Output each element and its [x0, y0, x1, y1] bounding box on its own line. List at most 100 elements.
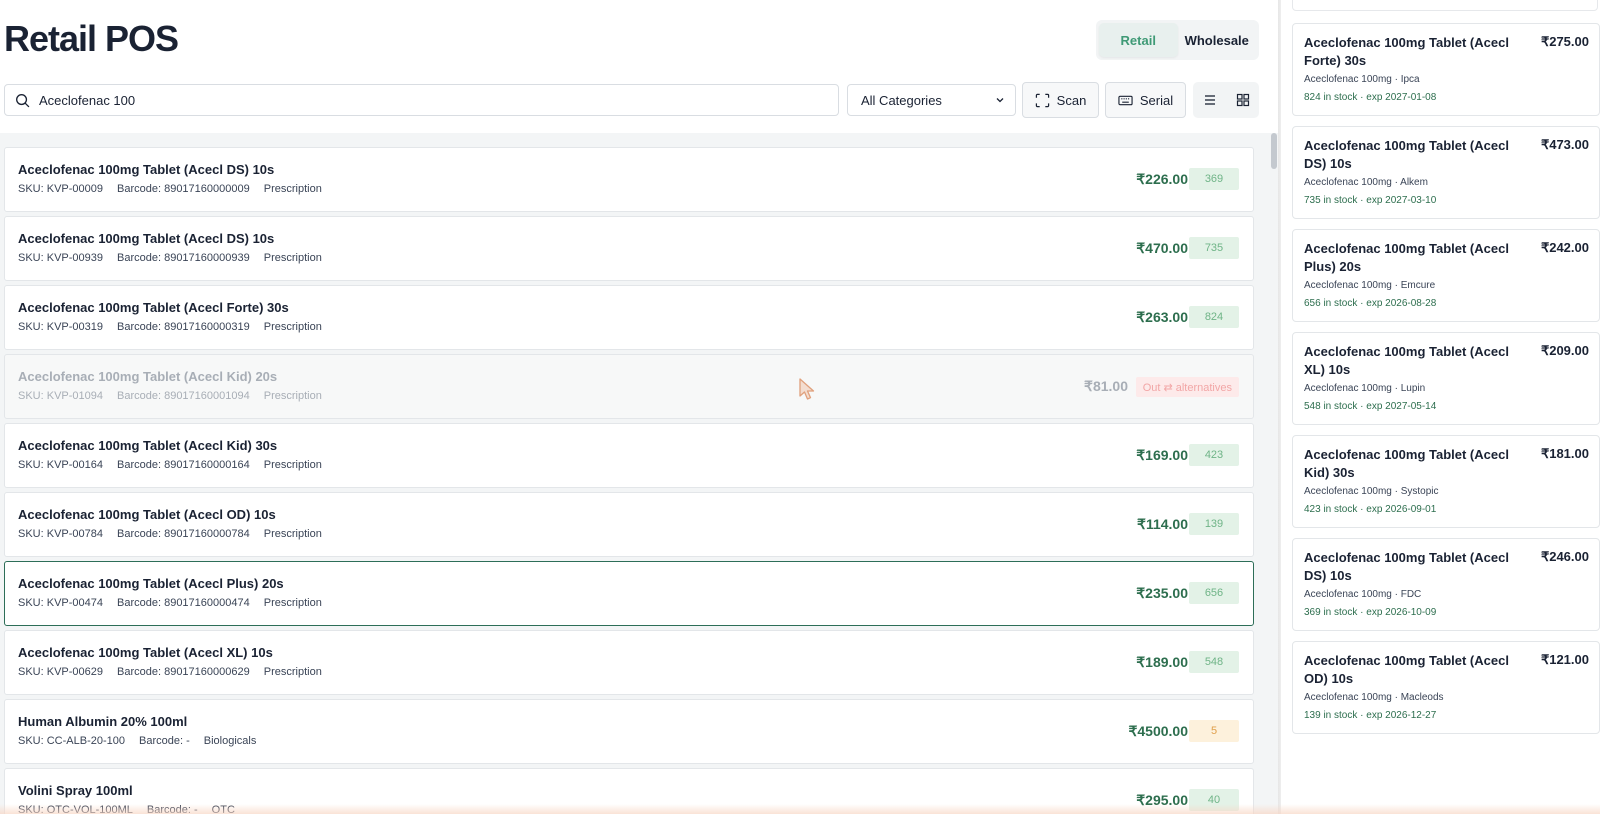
product-category: Prescription: [263, 597, 322, 609]
product-price: ₹4500.00: [1128, 723, 1188, 739]
product-price: ₹114.00: [1137, 516, 1188, 532]
product-price: ₹263.00: [1136, 309, 1188, 325]
product-barcode: Barcode: 89017160000629: [117, 666, 250, 678]
alternative-card[interactable]: Aceclofenac 100mg Tablet (Acecl Plus) 20…: [1292, 229, 1600, 322]
stock-badge: 656: [1189, 582, 1239, 604]
stock-badge: 824: [1189, 306, 1239, 328]
product-category: OTC: [211, 804, 235, 814]
product-sku: SKU: KVP-01094: [18, 390, 103, 402]
product-category: Prescription: [263, 459, 322, 471]
pos-main: Retail POS Retail Wholesale All Categori…: [0, 0, 1278, 814]
alternative-molecule: Aceclofenac 100mg · Alkem: [1304, 177, 1428, 188]
serial-label: Serial: [1139, 92, 1174, 108]
product-barcode: Barcode: 89017160000319: [117, 321, 250, 333]
serial-button[interactable]: Serial: [1105, 82, 1186, 118]
product-name: Aceclofenac 100mg Tablet (Acecl XL) 10s: [18, 645, 273, 660]
product-row-selected[interactable]: Aceclofenac 100mg Tablet (Acecl Plus) 20…: [4, 561, 1254, 626]
product-sku: SKU: OTC-VOL-100ML: [18, 804, 133, 814]
product-meta: SKU: OTC-VOL-100ML Barcode: - OTC: [18, 804, 235, 814]
product-sku: SKU: KVP-00629: [18, 666, 103, 678]
product-sku: SKU: KVP-00164: [18, 459, 103, 471]
category-select[interactable]: All Categories: [847, 84, 1016, 116]
grid-view-button[interactable]: [1226, 82, 1259, 118]
product-row[interactable]: Aceclofenac 100mg Tablet (Acecl Forte) 3…: [4, 285, 1254, 350]
alternative-card[interactable]: Aceclofenac 100mg Tablet (Acecl XL) 10s …: [1292, 332, 1600, 425]
product-row[interactable]: Human Albumin 20% 100ml SKU: CC-ALB-20-1…: [4, 699, 1254, 764]
product-name: Aceclofenac 100mg Tablet (Acecl Kid) 20s: [18, 369, 278, 384]
product-row[interactable]: Aceclofenac 100mg Tablet (Acecl OD) 10s …: [4, 492, 1254, 557]
alternatives-panel: Aceclofenac 100mg Tablet (Acecl Forte) 3…: [1281, 0, 1600, 814]
list-view-button[interactable]: [1193, 82, 1226, 118]
product-name: Aceclofenac 100mg Tablet (Acecl DS) 10s: [18, 162, 275, 177]
alternative-molecule: Aceclofenac 100mg · FDC: [1304, 589, 1422, 600]
alternative-card[interactable]: Aceclofenac 100mg Tablet (Acecl Kid) 30s…: [1292, 435, 1600, 528]
alternative-price: ₹246.00: [1540, 549, 1589, 564]
alternative-name: Aceclofenac 100mg Tablet (Acecl XL) 10s: [1304, 344, 1509, 377]
retail-mode-button[interactable]: Retail: [1099, 23, 1178, 57]
stock-badge-low: 5: [1189, 720, 1239, 742]
product-category: Prescription: [263, 321, 322, 333]
alternative-price: ₹473.00: [1540, 137, 1589, 152]
alternative-molecule: Aceclofenac 100mg · Emcure: [1304, 280, 1436, 291]
alternative-stock: 139 in stock · exp 2026-12-27: [1304, 710, 1437, 721]
alternative-name: Aceclofenac 100mg Tablet (Acecl Kid) 30s: [1304, 447, 1509, 480]
product-list: Aceclofenac 100mg Tablet (Acecl DS) 10s …: [0, 133, 1270, 814]
category-select-value: All Categories: [861, 92, 942, 108]
alternative-molecule: Aceclofenac 100mg · Ipca: [1304, 74, 1420, 85]
alternative-stock: 548 in stock · exp 2027-05-14: [1304, 401, 1437, 412]
product-name: Volini Spray 100ml: [18, 783, 133, 798]
product-barcode: Barcode: 89017160000939: [117, 252, 250, 264]
wholesale-mode-button[interactable]: Wholesale: [1178, 23, 1257, 57]
alternative-card[interactable]: Aceclofenac 100mg Tablet (Acecl Forte) 3…: [1292, 23, 1600, 116]
mouse-cursor-icon: [799, 378, 815, 400]
alternative-price: ₹242.00: [1540, 240, 1589, 255]
product-row[interactable]: Volini Spray 100ml SKU: OTC-VOL-100ML Bar…: [4, 768, 1254, 814]
alternative-price: ₹121.00: [1540, 652, 1589, 667]
product-barcode: Barcode: -: [139, 735, 190, 747]
alternative-card[interactable]: Aceclofenac 100mg Tablet (Acecl DS) 10s …: [1292, 126, 1600, 219]
product-row[interactable]: Aceclofenac 100mg Tablet (Acecl XL) 10s …: [4, 630, 1254, 695]
product-category: Prescription: [263, 666, 322, 678]
product-name: Human Albumin 20% 100ml: [18, 714, 188, 729]
alternative-stock: 369 in stock · exp 2026-10-09: [1304, 607, 1437, 618]
product-row[interactable]: Aceclofenac 100mg Tablet (Acecl DS) 10s …: [4, 147, 1254, 212]
product-meta: SKU: KVP-00474 Barcode: 89017160000474 Pre…: [18, 597, 322, 609]
product-row[interactable]: Aceclofenac 100mg Tablet (Acecl DS) 10s …: [4, 216, 1254, 281]
alternative-stock: 735 in stock · exp 2027-03-10: [1304, 195, 1437, 206]
product-name: Aceclofenac 100mg Tablet (Acecl OD) 10s: [18, 507, 276, 522]
scan-button[interactable]: Scan: [1022, 82, 1099, 118]
search-box[interactable]: [4, 84, 839, 116]
keyboard-icon: [1118, 95, 1133, 105]
product-row[interactable]: Aceclofenac 100mg Tablet (Acecl Kid) 30s…: [4, 423, 1254, 488]
product-sku: SKU: CC-ALB-20-100: [18, 735, 125, 747]
product-row-out-of-stock[interactable]: Aceclofenac 100mg Tablet (Acecl Kid) 20s…: [4, 354, 1254, 419]
stock-badge: 139: [1189, 513, 1239, 535]
list-scrollbar[interactable]: [1270, 133, 1278, 814]
product-barcode: Barcode: 89017160000784: [117, 528, 250, 540]
product-sku: SKU: KVP-00939: [18, 252, 103, 264]
product-barcode: Barcode: 89017160001094: [117, 390, 250, 402]
product-category: Prescription: [263, 528, 322, 540]
alternative-card[interactable]: Aceclofenac 100mg Tablet (Acecl DS) 10s …: [1292, 538, 1600, 631]
alternative-molecule: Aceclofenac 100mg · Lupin: [1304, 383, 1426, 394]
out-of-stock-alternatives-badge[interactable]: Out ⇄ alternatives: [1135, 377, 1239, 397]
alternative-card[interactable]: Aceclofenac 100mg Tablet (Acecl OD) 10s …: [1292, 641, 1600, 734]
product-barcode: Barcode: -: [146, 804, 198, 814]
product-barcode: Barcode: 89017160000009: [117, 183, 250, 195]
alternative-name: Aceclofenac 100mg Tablet (Acecl DS) 10s: [1304, 550, 1509, 583]
scrollbar-thumb[interactable]: [1271, 133, 1277, 169]
alternative-price: ₹181.00: [1540, 446, 1589, 461]
product-meta: SKU: KVP-00939 Barcode: 89017160000939 Pre…: [18, 252, 322, 264]
list-icon: [1204, 95, 1215, 105]
product-price: ₹226.00: [1136, 171, 1188, 187]
search-icon: [16, 93, 30, 107]
stock-badge: 423: [1189, 444, 1239, 466]
alternative-price: ₹209.00: [1540, 343, 1589, 358]
page-title: Retail POS: [4, 18, 179, 59]
product-meta: SKU: KVP-00319 Barcode: 89017160000319 Pre…: [18, 321, 322, 333]
product-category: Prescription: [263, 390, 322, 402]
search-input[interactable]: [39, 92, 819, 108]
alternative-price: ₹275.00: [1540, 34, 1589, 49]
view-toggle: [1193, 82, 1259, 118]
product-price: ₹235.00: [1136, 585, 1188, 601]
